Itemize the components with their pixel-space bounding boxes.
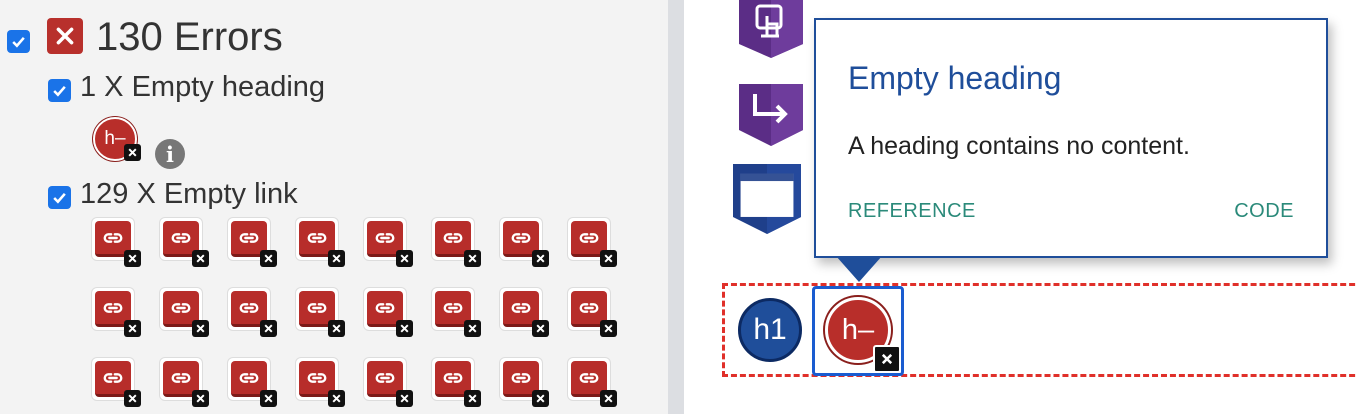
error-icon: [47, 18, 83, 54]
empty-link-icon[interactable]: [160, 358, 209, 407]
empty-heading-icon-text: h–: [841, 313, 875, 346]
error-badge-icon: [600, 390, 617, 407]
error-badge-icon: [532, 250, 549, 267]
info-icon[interactable]: i: [155, 139, 185, 169]
checkmark-icon: [53, 85, 66, 97]
empty-heading-checkbox[interactable]: [48, 79, 71, 102]
error-badge-icon: [124, 144, 141, 161]
empty-link-icon[interactable]: [500, 288, 549, 337]
code-link[interactable]: CODE: [1234, 200, 1294, 223]
h1-heading-icon[interactable]: h1: [738, 298, 802, 362]
error-badge-icon: [396, 250, 413, 267]
empty-link-icon[interactable]: [500, 218, 549, 267]
error-badge-icon: [464, 250, 481, 267]
error-badge-icon: [192, 320, 209, 337]
error-badge-icon: [124, 250, 141, 267]
touch-shield-icon: [739, 0, 803, 58]
error-badge-icon: [192, 250, 209, 267]
empty-link-icon[interactable]: [92, 358, 141, 407]
empty-link-icon[interactable]: [568, 288, 617, 337]
h1-icon-text: h1: [753, 313, 787, 346]
empty-link-icon[interactable]: [160, 288, 209, 337]
error-badge-icon: [464, 390, 481, 407]
empty-link-icon[interactable]: [432, 358, 481, 407]
empty-link-icon[interactable]: [432, 218, 481, 267]
empty-link-checkbox[interactable]: [48, 186, 71, 209]
empty-link-icon[interactable]: [568, 218, 617, 267]
error-badge-icon: [396, 390, 413, 407]
popup-arrow: [836, 256, 882, 282]
empty-link-icon[interactable]: [160, 218, 209, 267]
error-badge-icon: [600, 320, 617, 337]
empty-link-label: 129 X Empty link: [80, 178, 298, 210]
error-badge-icon: [328, 250, 345, 267]
panel-divider: [668, 0, 684, 414]
error-badge-icon: [124, 390, 141, 407]
empty-link-icon[interactable]: [228, 288, 277, 337]
empty-link-icon[interactable]: [364, 288, 413, 337]
checkmark-icon: [12, 36, 25, 48]
error-badge-icon: [260, 250, 277, 267]
selected-empty-heading-icon[interactable]: h–: [812, 286, 904, 376]
empty-link-icon[interactable]: [364, 358, 413, 407]
error-badge-icon: [873, 345, 901, 373]
error-badge-icon: [124, 320, 141, 337]
tooltip-popup: Empty heading A heading contains no cont…: [814, 18, 1328, 258]
error-badge-icon: [600, 250, 617, 267]
popup-description: A heading contains no content.: [848, 132, 1190, 160]
empty-link-icon[interactable]: [568, 358, 617, 407]
error-badge-icon: [260, 320, 277, 337]
empty-link-icon[interactable]: [228, 218, 277, 267]
checkmark-icon: [53, 192, 66, 204]
empty-link-icon[interactable]: [296, 288, 345, 337]
empty-link-icon[interactable]: [432, 288, 481, 337]
reference-link[interactable]: REFERENCE: [848, 200, 976, 223]
empty-link-icon[interactable]: [364, 218, 413, 267]
error-badge-icon: [464, 320, 481, 337]
errors-panel: 130 Errors 1 X Empty heading h– i 129 X …: [0, 0, 668, 414]
error-badge-icon: [260, 390, 277, 407]
errors-title: 130 Errors: [96, 15, 283, 59]
error-badge-icon: [328, 320, 345, 337]
empty-link-icon[interactable]: [92, 218, 141, 267]
errors-checkbox[interactable]: [7, 30, 30, 53]
empty-link-icon[interactable]: [296, 218, 345, 267]
iframe-shield-icon: [733, 164, 801, 234]
empty-link-icon[interactable]: [296, 358, 345, 407]
popup-title: Empty heading: [848, 60, 1062, 96]
empty-link-icon[interactable]: [228, 358, 277, 407]
error-badge-icon: [328, 390, 345, 407]
error-badge-icon: [192, 390, 209, 407]
empty-link-icon[interactable]: [92, 288, 141, 337]
error-badge-icon: [532, 320, 549, 337]
error-badge-icon: [396, 320, 413, 337]
error-badge-icon: [532, 390, 549, 407]
redirect-shield-icon: [739, 84, 803, 146]
empty-link-icon[interactable]: [500, 358, 549, 407]
empty-heading-label: 1 X Empty heading: [80, 71, 326, 103]
empty-heading-icon-text: h–: [104, 128, 126, 149]
